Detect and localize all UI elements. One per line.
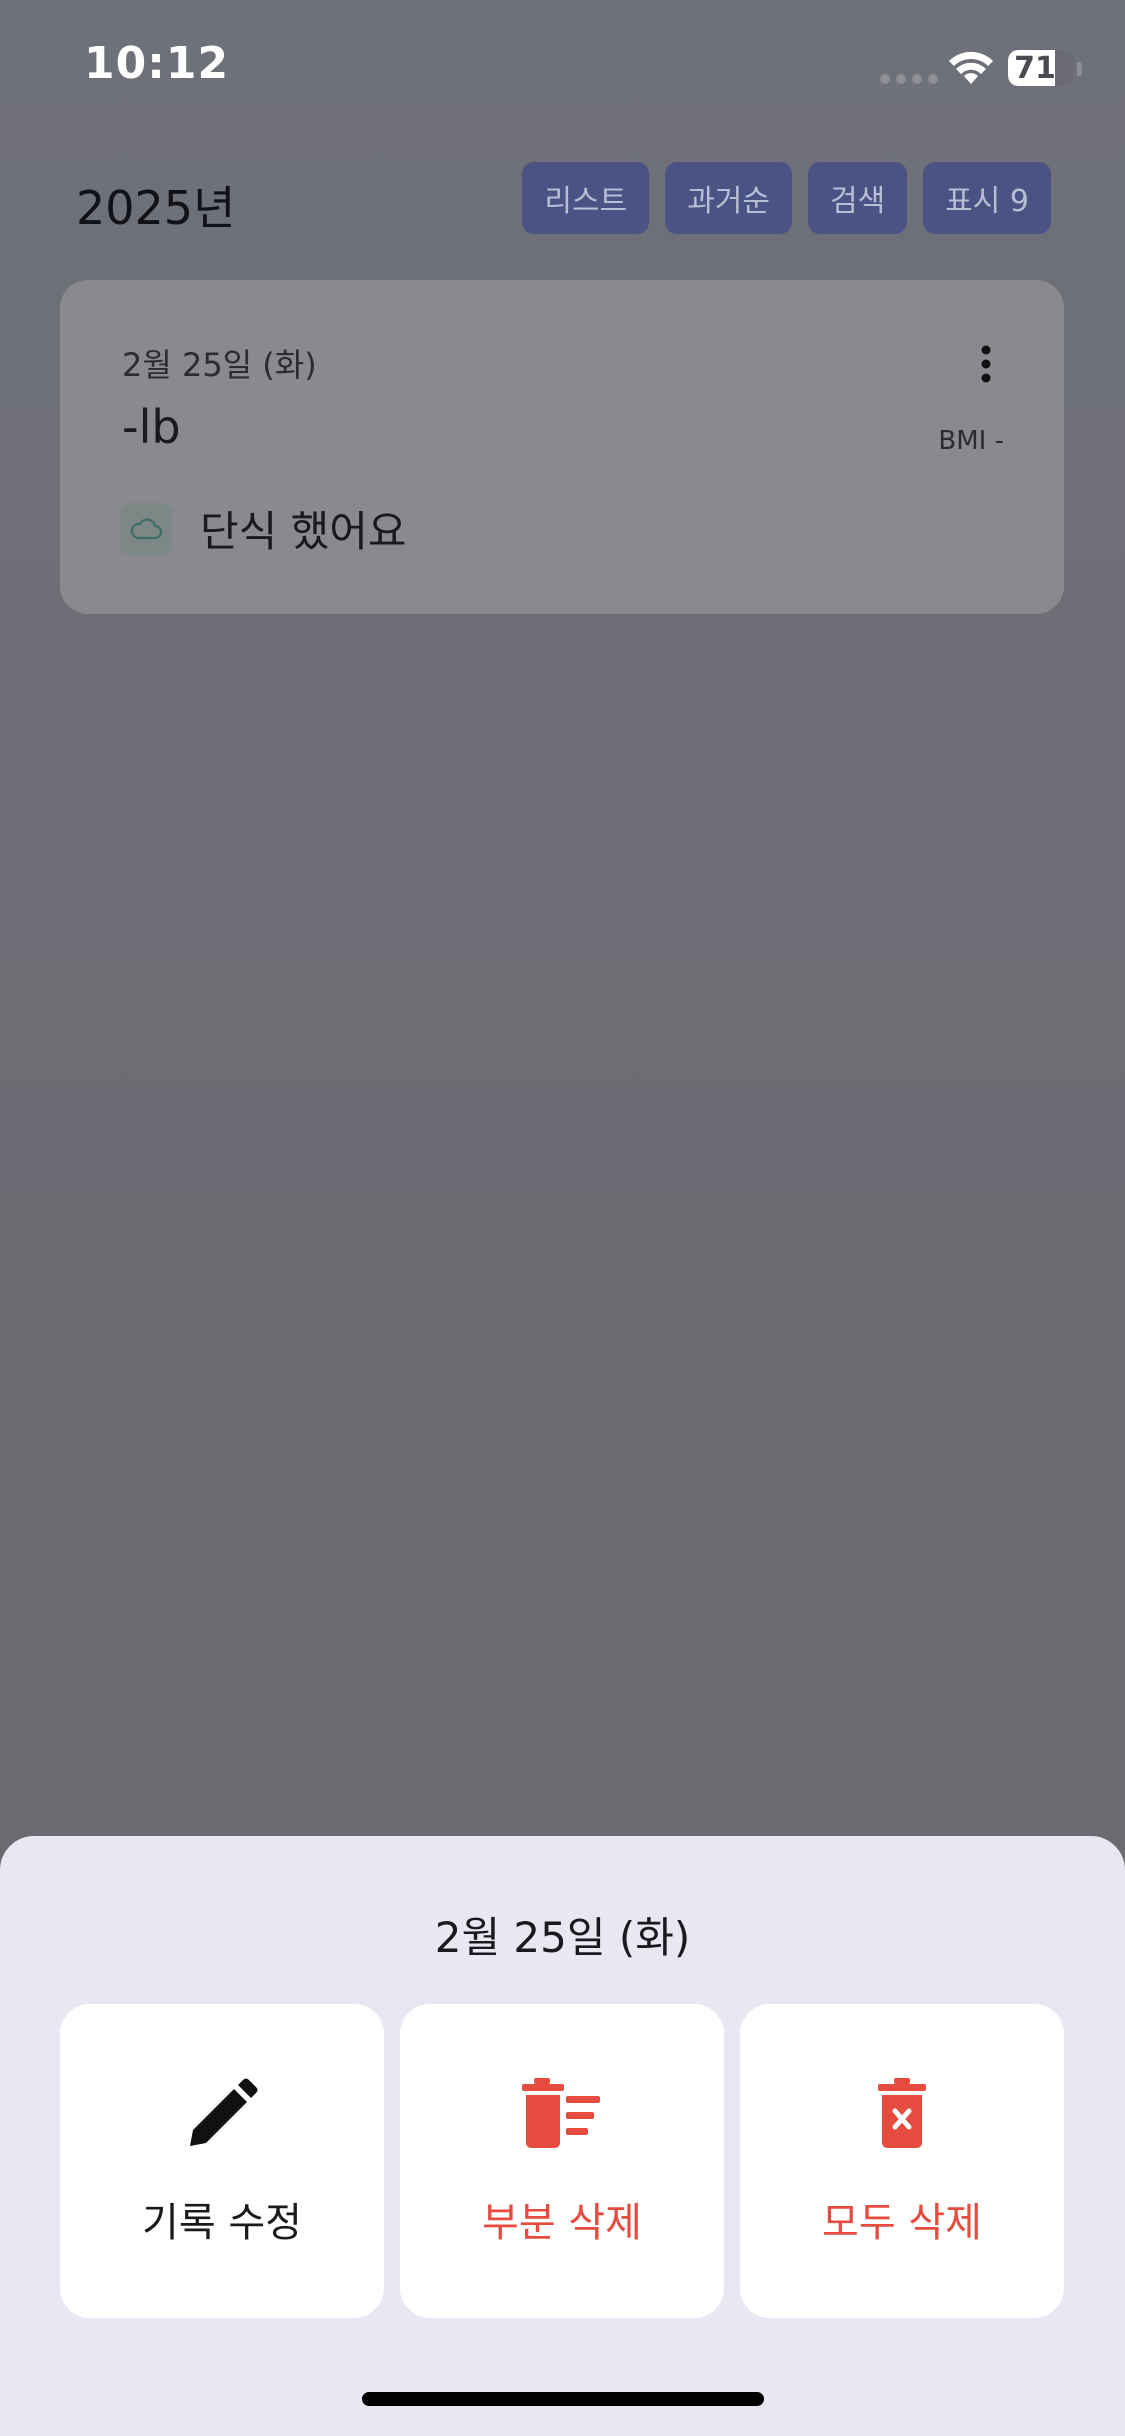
record-card[interactable]: 2월 25일 (화) -lb BMI - 단식 했어요 <box>60 280 1064 614</box>
action-bottom-sheet: 2월 25일 (화) 기록 수정 부분 삭제 모두 삭제 <box>0 1836 1125 2436</box>
cellular-signal-icon <box>880 74 938 84</box>
partial-delete-button[interactable]: 부분 삭제 <box>400 2004 724 2318</box>
record-bmi: BMI - <box>938 426 1004 456</box>
delete-all-button[interactable]: 모두 삭제 <box>740 2004 1064 2318</box>
partial-delete-label: 부분 삭제 <box>482 2200 642 2246</box>
cloud-icon <box>120 502 172 555</box>
sort-order-button[interactable]: 과거순 <box>665 162 792 234</box>
record-memo: 단식 했어요 <box>120 498 407 559</box>
display-count-button[interactable]: 표시 9 <box>923 162 1051 234</box>
record-weight: -lb <box>122 400 181 454</box>
memo-text: 단식 했어요 <box>200 507 407 556</box>
status-bar: 10:12 71 <box>0 0 1125 130</box>
header-toolbar: 리스트 과거순 검색 표시 9 <box>522 162 1051 234</box>
sheet-title: 2월 25일 (화) <box>434 1913 691 1962</box>
delete-all-label: 모두 삭제 <box>822 2200 982 2246</box>
list-view-button[interactable]: 리스트 <box>522 162 650 234</box>
year-title: 2025년 <box>76 181 236 235</box>
battery-cap <box>1077 62 1082 76</box>
edit-record-button[interactable]: 기록 수정 <box>60 2004 384 2318</box>
search-button[interactable]: 검색 <box>807 162 908 234</box>
delete-all-icon <box>878 2078 926 2148</box>
battery-level: 71 <box>1014 50 1056 86</box>
record-date: 2월 25일 (화) <box>122 346 317 384</box>
partial-delete-icon <box>522 2078 600 2148</box>
more-options-icon[interactable] <box>980 344 992 384</box>
battery-icon: 71 <box>1008 50 1074 86</box>
wifi-icon <box>949 51 993 84</box>
app-screen: 10:12 71 2025년 리스트 과거순 검색 표시 9 2월 25일 (화… <box>0 0 1125 2436</box>
pencil-icon <box>190 2078 258 2146</box>
status-time: 10:12 <box>84 38 230 89</box>
home-indicator[interactable] <box>362 2392 764 2406</box>
edit-record-label: 기록 수정 <box>142 2200 302 2246</box>
action-row: 기록 수정 부분 삭제 모두 삭제 <box>60 2004 1064 2318</box>
